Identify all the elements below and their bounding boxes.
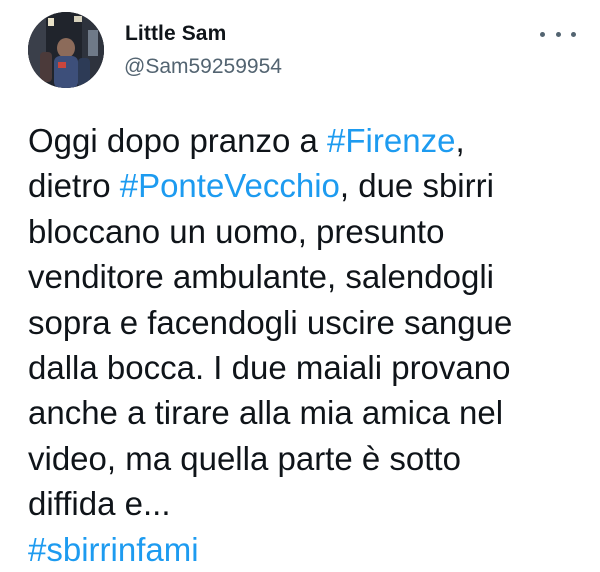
tweet-line: bloccano un uomo, presunto — [28, 212, 445, 250]
avatar-image — [28, 12, 104, 88]
tweet-line: anche a tirare alla mia amica nel — [28, 394, 504, 432]
tweet-text-segment: , — [455, 122, 465, 159]
hashtag-link-pontevecchio[interactable]: #PonteVecchio — [120, 167, 340, 204]
tweet-line: dietro #PonteVecchio, due sbirri — [28, 163, 593, 208]
more-horizontal-icon — [540, 31, 545, 37]
hashtag-link-firenze[interactable]: #Firenze — [327, 122, 455, 159]
tweet-line: venditore ambulante, salendogli — [28, 258, 494, 296]
avatar[interactable] — [28, 12, 104, 88]
more-options-button[interactable] — [540, 24, 576, 44]
tweet-line: Oggi dopo pranzo a #Firenze, — [28, 118, 593, 163]
hashtag-link-sbirrinfami[interactable]: #sbirrinfami — [28, 531, 199, 568]
author-display-name[interactable]: Little Sam — [125, 22, 226, 46]
more-horizontal-icon-dot — [571, 31, 576, 37]
tweet-text: Oggi dopo pranzo a #Firenze, dietro #Pon… — [28, 118, 593, 572]
tweet-line: sopra e facendogli uscire sangue — [28, 303, 513, 341]
tweet-text-segment: dietro — [28, 167, 120, 205]
author-handle[interactable]: @Sam59259954 — [124, 55, 282, 79]
more-horizontal-icon-dot — [555, 31, 561, 37]
tweet-line: video, ma quella parte è sotto — [28, 439, 461, 477]
tweet-text-segment: , due sbirri — [339, 167, 494, 205]
tweet-line: dalla bocca. I due maiali provano — [28, 348, 511, 386]
tweet-line: diffida e... — [28, 485, 171, 523]
tweet-text-segment: Oggi dopo pranzo a — [28, 122, 328, 159]
tweet: Little Sam @Sam59259954 Oggi dopo pranzo… — [0, 0, 600, 572]
tweet-line: #sbirrinfami — [28, 527, 593, 572]
